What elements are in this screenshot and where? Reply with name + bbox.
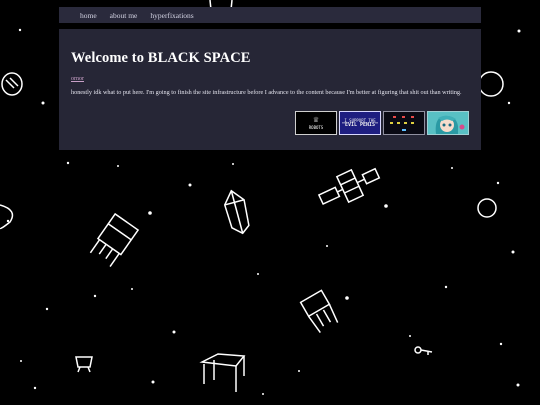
nav-about-link[interactable]: about me [110, 11, 138, 20]
page-title: Welcome to BLACK SPACE [71, 50, 251, 66]
robot-icon: ♕ [312, 115, 320, 124]
bug-bottom-left [75, 356, 93, 373]
chair-bottom [199, 353, 246, 392]
anime-girl-badge[interactable] [427, 111, 469, 135]
planet-right [477, 198, 497, 218]
key-bottom-right [414, 346, 433, 355]
chair-floating-1 [89, 212, 140, 267]
navbar: home about me hyperfixations [59, 7, 481, 23]
intro-paragraph: honestly idk what to put here. I'm going… [71, 89, 462, 96]
satellite [317, 167, 381, 206]
robots-badge[interactable]: ♕ ROBOTS [295, 111, 337, 135]
evil-penis-badge[interactable]: I SUPPORT THE "EVIL PENIS" [339, 111, 381, 135]
ornor-link[interactable]: ornor [71, 76, 84, 82]
badge-row: ♕ ROBOTS I SUPPORT THE "EVIL PENIS" [295, 111, 469, 135]
moon-right [478, 71, 504, 97]
crystal [223, 189, 250, 235]
invaders-icon [390, 116, 414, 131]
content-panel: Welcome to BLACK SPACE ornor honestly id… [59, 29, 481, 150]
robots-badge-label: ROBOTS [308, 124, 324, 130]
anime-girl-icon [428, 112, 468, 134]
chair-floating-2 [299, 289, 339, 334]
moon-left [1, 72, 23, 96]
space-invaders-badge[interactable] [383, 111, 425, 135]
nav-hyperfixations-link[interactable]: hyperfixations [150, 11, 193, 20]
planet-left [0, 204, 14, 230]
evil-badge-line2: "EVIL PENIS" [341, 122, 379, 128]
nav-home-link[interactable]: home [80, 11, 97, 20]
